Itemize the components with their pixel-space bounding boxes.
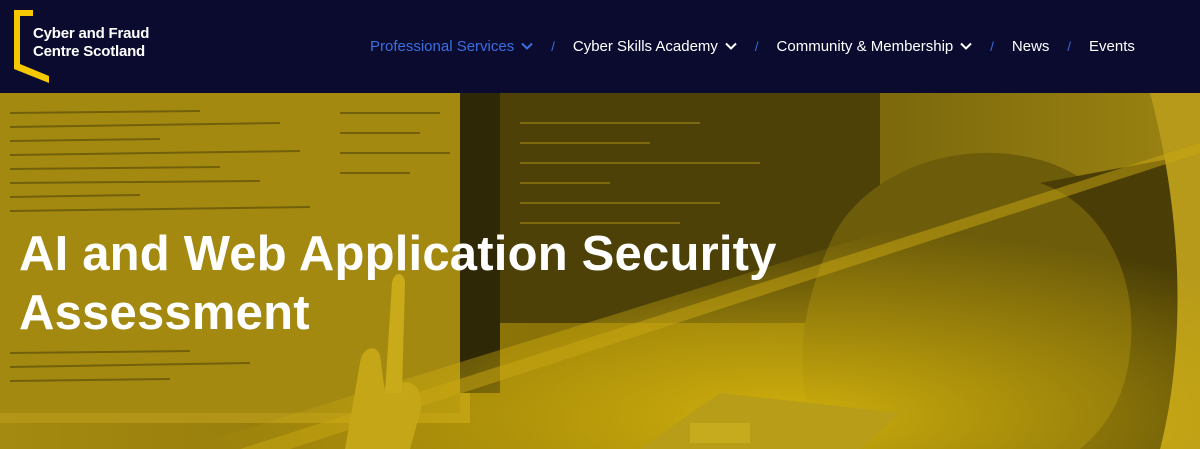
nav-item-professional-services[interactable]: Professional Services	[370, 38, 533, 55]
nav-item-cyber-skills-academy[interactable]: Cyber Skills Academy	[573, 38, 737, 55]
chevron-down-icon	[521, 42, 533, 50]
nav-separator: /	[1067, 38, 1072, 54]
page-title: AI and Web Application Security Assessme…	[19, 225, 919, 343]
nav-separator: /	[551, 38, 555, 54]
page-title-line-2: Assessment	[19, 286, 310, 340]
brand-name: Cyber and Fraud Centre Scotland	[33, 25, 149, 61]
brand-line-1: Cyber and Fraud	[33, 25, 150, 42]
site-logo[interactable]: Cyber and Fraud Centre Scotland	[13, 9, 163, 84]
chevron-down-icon	[960, 42, 972, 50]
main-nav: Professional Services / Cyber Skills Aca…	[370, 36, 1135, 56]
nav-item-label: Professional Services	[370, 37, 515, 55]
nav-item-label: Community & Membership	[776, 37, 954, 55]
site-header: Cyber and Fraud Centre Scotland Professi…	[0, 0, 1200, 93]
nav-item-news[interactable]: News	[1012, 38, 1050, 55]
nav-item-label: Events	[1089, 37, 1135, 55]
nav-item-events[interactable]: Events	[1089, 38, 1135, 55]
brand-line-2: Centre Scotland	[33, 43, 146, 60]
nav-item-label: Cyber Skills Academy	[572, 37, 718, 55]
page-title-line-1: AI and Web Application Security	[19, 227, 777, 281]
nav-item-community-membership[interactable]: Community & Membership	[777, 38, 973, 55]
chevron-down-icon	[725, 42, 737, 50]
nav-separator: /	[754, 38, 759, 54]
hero-banner: AI and Web Application Security Assessme…	[0, 93, 1200, 449]
nav-item-label: News	[1011, 37, 1050, 55]
nav-separator: /	[990, 38, 994, 54]
